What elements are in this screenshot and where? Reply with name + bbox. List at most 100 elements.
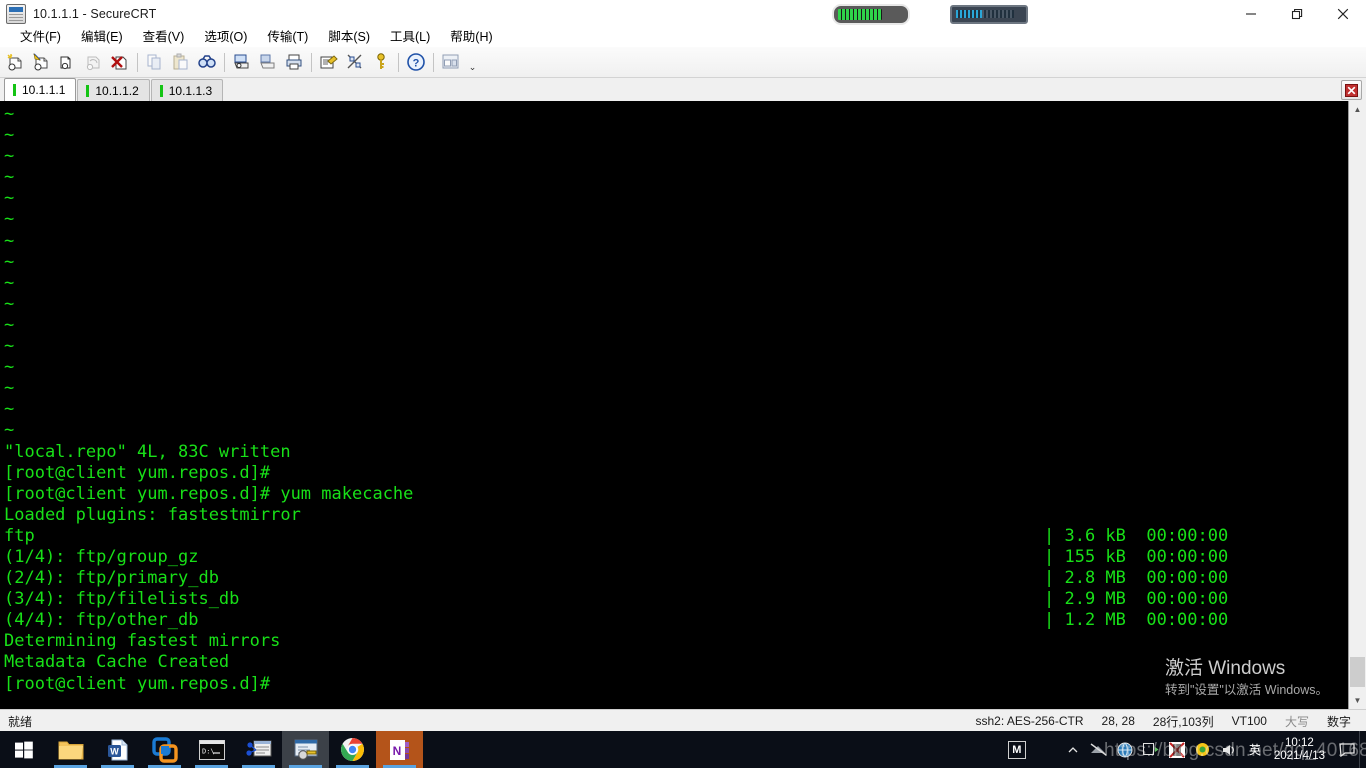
network-off-icon[interactable] [1086,731,1112,768]
status-cipher: ssh2: AES-256-CTR [975,714,1084,728]
terminal-line: ~ [4,230,15,251]
speaker-icon[interactable] [1216,731,1242,768]
taskbar-clock[interactable]: 10:12 2021/4/13 [1268,737,1335,763]
tab-label: 10.1.1.1 [22,83,66,97]
transfer-icon[interactable] [343,50,367,74]
key-icon[interactable] [369,50,393,74]
menu-view[interactable]: 查看(V) [133,27,195,47]
terminal-line-right: | 155 kB 00:00:00 [1044,546,1229,567]
disconnect-icon[interactable] [108,50,132,74]
taskbar-cmd[interactable]: D:\ [188,731,235,768]
print-icon[interactable] [282,50,306,74]
scrollbar-thumb[interactable] [1350,657,1365,687]
tab-10-1-1-3[interactable]: 10.1.1.3 [150,79,224,101]
chevron-up-icon[interactable] [1060,731,1086,768]
status-bar: 就绪 ssh2: AES-256-CTR 28, 28 28行,103列 VT1… [0,709,1366,732]
tab-10-1-1-2[interactable]: 10.1.1.2 [77,79,150,101]
ime-indicator[interactable]: M [1004,731,1030,768]
paste-icon[interactable] [169,50,193,74]
shield-icon[interactable] [1190,731,1216,768]
terminal-line: "local.repo" 4L, 83C written [4,442,1349,463]
terminal-scrollbar[interactable]: ▲ ▼ [1348,101,1366,709]
print-screen-icon[interactable] [230,50,254,74]
menu-help[interactable]: 帮助(H) [440,27,502,47]
taskbar-chrome[interactable] [329,731,376,768]
log-session-icon[interactable] [256,50,280,74]
tab-bar: 10.1.1.1 10.1.1.2 10.1.1.3 [0,78,1366,102]
terminal-output: ~ ~ ~ ~ ~ ~ ~ ~ ~ ~ ~ ~ ~ ~ ~ ~ "local.repo" 4L, 83C wri… [0,101,1349,709]
onenote-icon: N [389,739,409,760]
status-cursor-position: 28, 28 [1101,714,1135,728]
terminal-line-right: | 2.9 MB 00:00:00 [1044,589,1229,610]
terminal-line: (2/4): ftp/primary_db | 2.8 MB 00:00:00 [4,568,1349,589]
reconnect-icon[interactable] [82,50,106,74]
close-tab-icon[interactable] [1341,80,1362,100]
tab-10-1-1-1[interactable]: 10.1.1.1 [4,78,77,101]
tile-windows-icon[interactable] [439,50,463,74]
title-bar: 10.1.1.1 - SecureCRT [0,0,1366,27]
status-caps-lock: 大写 [1284,714,1309,729]
menu-transfer[interactable]: 传输(T) [257,27,318,47]
svg-text:?: ? [413,58,420,70]
scroll-up-icon[interactable]: ▲ [1349,101,1366,118]
new-tab-icon[interactable] [30,50,54,74]
toolbar-separator [224,52,225,72]
menu-options[interactable]: 选项(O) [194,27,257,47]
ime-mode-icon[interactable]: 英 [1242,731,1268,768]
console-icon: D:\ [198,739,225,760]
find-icon[interactable] [195,50,219,74]
terminal-line: ~ [4,378,15,399]
scroll-down-icon[interactable]: ▼ [1349,692,1366,709]
securecrt-icon [6,3,26,24]
system-tray: M 英 10:12 2021/4/13 [1004,731,1366,768]
menu-bar: 文件(F) 编辑(E) 查看(V) 选项(O) 传输(T) 脚本(S) 工具(L… [0,27,1366,47]
terminal-line-left: [root@client yum.repos.d]# yum makecache [4,483,414,504]
menu-file[interactable]: 文件(F) [10,27,71,47]
menu-script[interactable]: 脚本(S) [318,27,380,47]
terminal-line: ~ [4,336,15,357]
new-session-icon[interactable] [4,50,28,74]
terminal-line-left: (2/4): ftp/primary_db [4,568,219,589]
taskbar-onenote[interactable]: N [376,731,423,768]
status-screen-size: 28行,103列 [1152,714,1214,729]
help-icon[interactable]: ? [404,50,428,74]
terminal-line: ~ [4,314,15,335]
taskbar-securecrt[interactable] [282,731,329,768]
taskbar-network-tool[interactable] [235,731,282,768]
close-button[interactable] [1320,0,1366,27]
blue-gauge-widget [950,5,1028,24]
terminal-line-left: [root@client yum.repos.d]# [4,462,271,483]
menu-edit[interactable]: 编辑(E) [71,27,133,47]
minimize-button[interactable] [1228,0,1274,27]
task-view-icon[interactable] [1138,731,1164,768]
terminal-screen[interactable]: ~ ~ ~ ~ ~ ~ ~ ~ ~ ~ ~ ~ ~ ~ ~ ~ "local.repo" 4L, 83C wri… [0,101,1366,709]
copy-icon[interactable] [143,50,167,74]
terminal-line: ~ [4,272,15,293]
clock-time: 10:12 [1285,736,1314,749]
terminal-line-left: "local.repo" 4L, 83C written [4,441,291,462]
taskbar-file-explorer[interactable] [47,731,94,768]
terminal-line: ~ [4,420,15,441]
antivirus-icon[interactable] [1164,731,1190,768]
terminal-line-left: Metadata Cache Created [4,652,230,673]
network-window-icon [245,740,271,756]
toolbar-separator [137,52,138,72]
globe-icon[interactable] [1112,731,1138,768]
toolbar-overflow-button[interactable]: ⌄ [466,51,479,73]
clone-session-icon[interactable] [56,50,80,74]
show-desktop-button[interactable] [1359,731,1366,768]
terminal-line: ~ [4,399,15,420]
taskbar-vmware[interactable] [141,731,188,768]
session-options-icon[interactable] [317,50,341,74]
start-button[interactable] [0,731,47,768]
word-icon: W [107,739,127,760]
action-center-icon[interactable] [1335,731,1359,768]
menu-tools[interactable]: 工具(L) [380,27,440,47]
tab-status-icon [159,84,163,97]
terminal-line: ~ [4,293,15,314]
restore-button[interactable] [1274,0,1320,27]
taskbar-word[interactable]: W [94,731,141,768]
terminal-line: ~ [4,125,15,146]
toolbar-separator [433,52,434,72]
terminal-line-left: [root@client yum.repos.d]# [4,673,271,694]
